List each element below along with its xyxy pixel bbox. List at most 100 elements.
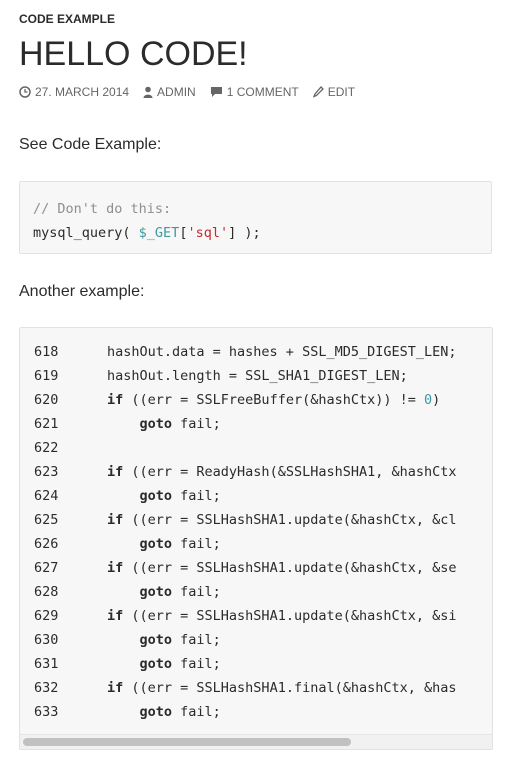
horizontal-scrollbar-track[interactable]: [20, 734, 492, 749]
code-row: 618 hashOut.data = hashes + SSL_MD5_DIGES…: [34, 340, 457, 364]
code-block-1: // Don't do this: mysql_query( $_GET['sq…: [19, 181, 492, 254]
code-row: 621 goto fail;: [34, 412, 457, 436]
code-string: 'sql': [187, 225, 229, 241]
code-text: ((err = ReadyHash(&SSLHashSHA1, &hashCtx: [123, 464, 457, 480]
code-keyword: goto: [139, 656, 173, 672]
code-row: 619 hashOut.length = SSL_SHA1_DIGEST_LEN;: [34, 364, 457, 388]
code-keyword: goto: [139, 632, 173, 648]
post-author-label: ADMIN: [157, 85, 196, 99]
page: CODE EXAMPLE HELLO CODE! 27. MARCH 2014 …: [0, 0, 517, 770]
code-source: goto fail;: [107, 628, 221, 652]
code-text: fail;: [172, 656, 221, 672]
post-date-label: 27. MARCH 2014: [35, 85, 130, 99]
code-text: ((err = SSLHashSHA1.update(&hashCtx, &cl: [123, 512, 457, 528]
code-source: goto fail;: [107, 532, 221, 556]
line-number: 627: [34, 560, 59, 576]
post-category[interactable]: CODE EXAMPLE: [19, 12, 115, 26]
code-text: hashOut.length = SSL_SHA1_DIGEST_LEN;: [107, 368, 408, 384]
code-text: hashOut.data = hashes + SSL_MD5_DIGEST_L…: [107, 344, 457, 360]
post-author[interactable]: ADMIN: [143, 85, 196, 99]
post-comments[interactable]: 1 COMMENT: [210, 85, 299, 99]
line-number: 619: [34, 368, 59, 384]
pencil-icon: [312, 86, 324, 98]
code-keyword: if: [107, 608, 124, 624]
code-row: 630 goto fail;: [34, 628, 457, 652]
code-text: fail;: [172, 488, 221, 504]
code-number: 0: [424, 392, 433, 408]
code-keyword: goto: [139, 536, 173, 552]
post-edit[interactable]: EDIT: [312, 85, 356, 99]
code-row: 631 goto fail;: [34, 652, 457, 676]
code-source: if ((err = ReadyHash(&SSLHashSHA1, &hash…: [107, 460, 457, 484]
code-text: ] );: [228, 225, 261, 241]
line-number: 618: [34, 344, 59, 360]
code-source: hashOut.data = hashes + SSL_MD5_DIGEST_L…: [107, 340, 457, 364]
code-text: ((err = SSLFreeBuffer(&hashCtx)) !=: [123, 392, 424, 408]
code-keyword: goto: [139, 488, 173, 504]
line-number: 630: [34, 632, 59, 648]
post-edit-label: EDIT: [327, 85, 356, 99]
code-source: if ((err = SSLFreeBuffer(&hashCtx)) != 0…: [107, 388, 440, 412]
line-number: 621: [34, 416, 59, 432]
code-row: 629 if ((err = SSLHashSHA1.update(&hashCt…: [34, 604, 457, 628]
user-icon: [143, 86, 153, 98]
code-block-2[interactable]: 618 hashOut.data = hashes + SSL_MD5_DIGES…: [19, 327, 493, 750]
code-text: ((err = SSLHashSHA1.update(&hashCtx, &se: [123, 560, 457, 576]
line-number: 626: [34, 536, 59, 552]
code-comment-line: // Don't do this:: [33, 201, 172, 217]
code-row: 632 if ((err = SSLHashSHA1.final(&hashCtx…: [34, 676, 457, 700]
code-keyword: if: [107, 392, 124, 408]
code-text: ((err = SSLHashSHA1.update(&hashCtx, &si: [123, 608, 457, 624]
line-number: 633: [34, 704, 59, 720]
code-keyword: goto: [139, 584, 173, 600]
line-number: 623: [34, 464, 59, 480]
code-text: fail;: [172, 704, 221, 720]
line-number: 620: [34, 392, 59, 408]
code-keyword: if: [107, 680, 124, 696]
code-text: fail;: [172, 536, 221, 552]
post-meta: 27. MARCH 2014 ADMIN 1 COMMENT EDIT: [19, 85, 369, 99]
code-keyword: goto: [139, 416, 173, 432]
code-text: fail;: [172, 632, 221, 648]
line-number: 632: [34, 680, 59, 696]
code-row: 622: [34, 436, 457, 460]
code-source: if ((err = SSLHashSHA1.final(&hashCtx, &…: [107, 676, 457, 700]
code-source: goto fail;: [107, 580, 221, 604]
code-row: 627 if ((err = SSLHashSHA1.update(&hashCt…: [34, 556, 457, 580]
code-source: goto fail;: [107, 700, 221, 724]
code-source: hashOut.length = SSL_SHA1_DIGEST_LEN;: [107, 364, 408, 388]
line-number: 625: [34, 512, 59, 528]
code-source: if ((err = SSLHashSHA1.update(&hashCtx, …: [107, 556, 457, 580]
code-row: 623 if ((err = ReadyHash(&SSLHashSHA1, &h…: [34, 460, 457, 484]
line-number: 631: [34, 656, 59, 672]
line-number: 629: [34, 608, 59, 624]
code-text: fail;: [172, 416, 221, 432]
post-comments-label: 1 COMMENT: [226, 85, 299, 99]
code-row: 626 goto fail;: [34, 532, 457, 556]
code-variable: $_GET: [138, 225, 180, 241]
code-source: goto fail;: [107, 484, 221, 508]
code-row: 628 goto fail;: [34, 580, 457, 604]
code-row: 625 if ((err = SSLHashSHA1.update(&hashCt…: [34, 508, 457, 532]
code-keyword: if: [107, 560, 124, 576]
horizontal-scrollbar-thumb[interactable]: [23, 738, 351, 746]
code-row: 620 if ((err = SSLFreeBuffer(&hashCtx)) !…: [34, 388, 457, 412]
code-row: 624 goto fail;: [34, 484, 457, 508]
paragraph-another-example: Another example:: [19, 283, 145, 300]
code-source: goto fail;: [107, 652, 221, 676]
line-number: 622: [34, 440, 59, 456]
comment-icon: [210, 86, 223, 98]
post-date[interactable]: 27. MARCH 2014: [19, 85, 129, 99]
code-text: mysql_query(: [33, 225, 139, 241]
code-line: mysql_query( $_GET['sql'] );: [33, 221, 478, 245]
line-number: 624: [34, 488, 59, 504]
code-row: 633 goto fail;: [34, 700, 457, 724]
code-source: if ((err = SSLHashSHA1.update(&hashCtx, …: [107, 508, 457, 532]
code-text: fail;: [172, 584, 221, 600]
